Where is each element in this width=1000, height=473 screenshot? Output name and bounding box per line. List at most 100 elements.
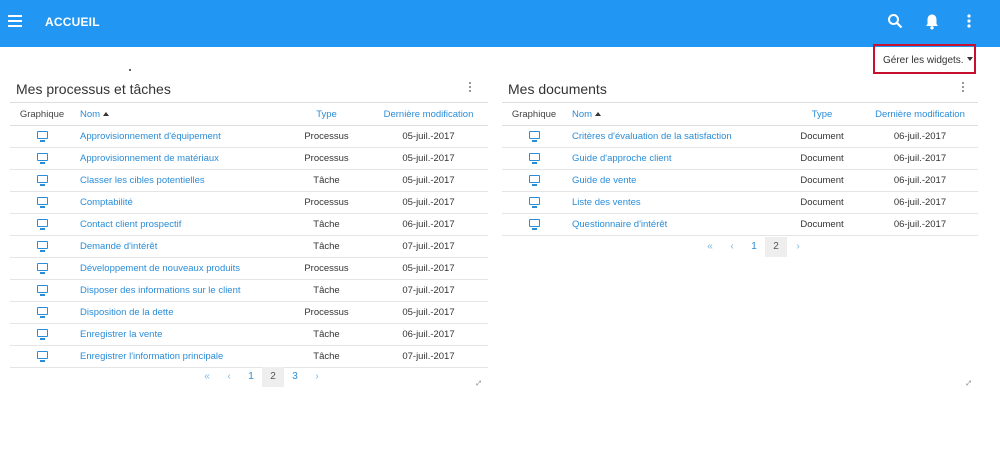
name-cell: Disposition de la dette (74, 301, 284, 324)
prev-page-button[interactable]: ‹ (218, 367, 240, 387)
page-button-2[interactable]: 2 (262, 367, 284, 387)
page-button-3[interactable]: 3 (284, 367, 306, 387)
manage-widgets-button[interactable]: Gérer les widgets. (883, 55, 973, 66)
monitor-icon[interactable] (36, 175, 48, 186)
item-link[interactable]: Enregistrer l'information principale (80, 351, 223, 362)
table-row[interactable]: Enregistrer l'information principale Tâch… (10, 345, 488, 368)
column-header-graphic[interactable]: Graphique (10, 102, 74, 126)
column-header-type[interactable]: Type (782, 102, 862, 126)
monitor-icon[interactable] (528, 131, 540, 142)
type-cell: Document (782, 147, 862, 170)
column-header-type[interactable]: Type (284, 102, 369, 126)
name-cell: Guide d'approche client (566, 147, 782, 170)
processes-widget-menu-icon[interactable] (468, 82, 472, 94)
documents-pagination: «‹ 1 2 › (699, 237, 809, 257)
item-link[interactable]: Enregistrer la vente (80, 329, 162, 340)
graphic-cell (10, 191, 74, 214)
search-icon[interactable] (887, 13, 903, 29)
graphic-cell (10, 125, 74, 148)
monitor-icon[interactable] (528, 153, 540, 164)
monitor-icon[interactable] (36, 285, 48, 296)
name-cell: Enregistrer l'information principale (74, 345, 284, 368)
processes-table: Graphique Nom Type Dernière modification… (10, 102, 488, 368)
date-cell: 05-juil.-2017 (369, 147, 488, 170)
type-cell: Tâche (284, 235, 369, 258)
prev-page-button[interactable]: ‹ (721, 237, 743, 257)
more-vert-icon[interactable] (966, 13, 972, 29)
next-page-button[interactable]: › (306, 367, 328, 387)
column-header-date[interactable]: Dernière modification (369, 102, 488, 126)
type-cell: Tâche (284, 345, 369, 368)
table-row[interactable]: Disposition de la dette Processus 05-juil.… (10, 301, 488, 324)
table-header-row: Graphique Nom Type Dernière modification (502, 102, 978, 126)
monitor-icon[interactable] (36, 263, 48, 274)
next-page-button[interactable]: › (787, 237, 809, 257)
monitor-icon[interactable] (528, 219, 540, 230)
page-button-1[interactable]: 1 (743, 237, 765, 257)
resize-icon[interactable]: ↕ (473, 377, 485, 389)
type-cell: Processus (284, 301, 369, 324)
date-cell: 06-juil.-2017 (862, 125, 978, 148)
bell-icon[interactable] (924, 13, 940, 30)
page-button-2[interactable]: 2 (765, 237, 787, 257)
table-row[interactable]: Contact client prospectif Tâche 06-juil.-2… (10, 213, 488, 236)
table-row[interactable]: Critères d'évaluation de la satisfaction… (502, 125, 978, 148)
item-link[interactable]: Guide de vente (572, 175, 636, 186)
item-link[interactable]: Approvisionnement de matériaux (80, 153, 219, 164)
monitor-icon[interactable] (36, 219, 48, 230)
item-link[interactable]: Disposition de la dette (80, 307, 173, 318)
monitor-icon[interactable] (36, 329, 48, 340)
date-cell: 07-juil.-2017 (369, 345, 488, 368)
monitor-icon[interactable] (36, 153, 48, 164)
table-row[interactable]: Questionnaire d'intérêt Document 06-juil.-… (502, 213, 978, 236)
column-header-name[interactable]: Nom (74, 102, 284, 126)
item-link[interactable]: Comptabilité (80, 197, 133, 208)
resize-icon[interactable]: ↕ (963, 377, 975, 389)
sort-asc-icon (103, 111, 110, 116)
graphic-cell (10, 213, 74, 236)
column-header-date[interactable]: Dernière modification (862, 102, 978, 126)
column-header-graphic[interactable]: Graphique (502, 102, 566, 126)
item-link[interactable]: Demande d'intérêt (80, 241, 157, 252)
table-row[interactable]: Disposer des informations sur le client T… (10, 279, 488, 302)
monitor-icon[interactable] (36, 351, 48, 362)
table-row[interactable]: Comptabilité Processus 05-juil.-2017 (10, 191, 488, 214)
page-button-1[interactable]: 1 (240, 367, 262, 387)
table-row[interactable]: Approvisionnement de matériaux Processus 0… (10, 147, 488, 170)
monitor-icon[interactable] (528, 175, 540, 186)
table-row[interactable]: Guide d'approche client Document 06-juil.-… (502, 147, 978, 170)
monitor-icon[interactable] (528, 197, 540, 208)
table-row[interactable]: Demande d'intérêt Tâche 07-juil.-2017 (10, 235, 488, 258)
table-row[interactable]: Classer les cibles potentielles Tâche 05-j… (10, 169, 488, 192)
item-link[interactable]: Guide d'approche client (572, 153, 672, 164)
documents-widget-menu-icon[interactable] (961, 82, 965, 94)
table-row[interactable]: Liste des ventes Document 06-juil.-2017 (502, 191, 978, 214)
table-row[interactable]: Enregistrer la vente Tâche 06-juil.-2017 (10, 323, 488, 346)
column-header-name[interactable]: Nom (566, 102, 782, 126)
monitor-icon[interactable] (36, 197, 48, 208)
monitor-icon[interactable] (36, 131, 48, 142)
table-row[interactable]: Guide de vente Document 06-juil.-2017 (502, 169, 978, 192)
monitor-icon[interactable] (36, 307, 48, 318)
monitor-icon[interactable] (36, 241, 48, 252)
item-link[interactable]: Questionnaire d'intérêt (572, 219, 667, 230)
item-link[interactable]: Développement de nouveaux produits (80, 263, 240, 274)
table-row[interactable]: Approvisionnement d'équipement Processus 0… (10, 125, 488, 148)
item-link[interactable]: Classer les cibles potentielles (80, 175, 205, 186)
item-link[interactable]: Contact client prospectif (80, 219, 181, 230)
first-page-button[interactable]: « (699, 237, 721, 257)
date-cell: 07-juil.-2017 (369, 279, 488, 302)
table-row[interactable]: Développement de nouveaux produits Proces… (10, 257, 488, 280)
item-link[interactable]: Approvisionnement d'équipement (80, 131, 221, 142)
graphic-cell (10, 169, 74, 192)
name-cell: Développement de nouveaux produits (74, 257, 284, 280)
column-header-name-label: Nom (80, 108, 101, 120)
first-page-button[interactable]: « (196, 367, 218, 387)
item-link[interactable]: Disposer des informations sur le client (80, 285, 241, 296)
type-cell: Document (782, 169, 862, 192)
sort-asc-icon (595, 111, 602, 116)
item-link[interactable]: Liste des ventes (572, 197, 641, 208)
item-link[interactable]: Critères d'évaluation de la satisfaction (572, 131, 732, 142)
type-cell: Processus (284, 147, 369, 170)
menu-icon[interactable] (8, 15, 22, 27)
